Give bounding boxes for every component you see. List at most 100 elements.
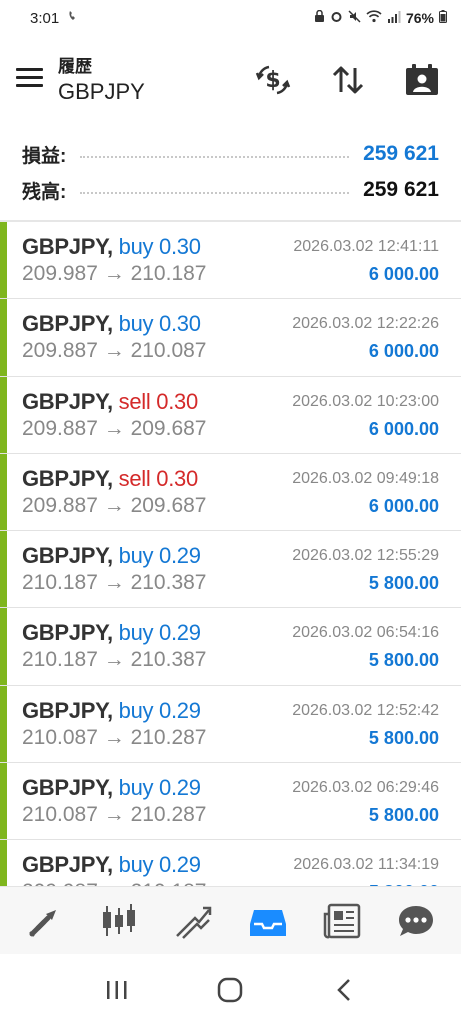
deal-row[interactable]: GBPJPY, buy 0.29 210.087 → 210.287 2026.03… (0, 763, 461, 841)
back-button[interactable] (320, 966, 368, 1014)
deal-side-volume: buy 0.29 (118, 697, 201, 723)
deal-symbol: GBPJPY, (22, 388, 113, 414)
deal-row[interactable]: GBPJPY, buy 0.30 209.887 → 210.087 2026.03… (0, 299, 461, 377)
nav-news[interactable] (315, 894, 369, 948)
deal-title: GBPJPY, sell 0.30 (22, 466, 198, 492)
profit-value: 259 621 (363, 142, 439, 165)
deal-title: GBPJPY, buy 0.30 (22, 234, 201, 260)
calendar-person-icon (406, 64, 438, 95)
sort-button[interactable] (328, 60, 368, 100)
calendar-button[interactable] (402, 60, 442, 100)
deal-profit: 6 000.00 (368, 264, 439, 284)
deal-profit: 5 800.00 (368, 573, 439, 594)
dotted-leader (80, 192, 350, 194)
deal-profit: 6 000.00 (368, 418, 439, 439)
deal-symbol: GBPJPY, (22, 852, 113, 878)
bottom-navigation (0, 886, 461, 954)
deal-indicator-bar (0, 531, 7, 608)
page-title: 履歴 (58, 57, 92, 76)
deal-row[interactable]: GBPJPY, buy 0.29 210.187 → 210.387 2026.03… (0, 608, 461, 686)
deal-row[interactable]: GBPJPY, sell 0.30 209.887 → 209.687 2026.0… (0, 453, 461, 532)
chat-icon (398, 905, 433, 936)
deal-prices: 209.887 → 209.687 (22, 493, 207, 517)
deal-time: 2026.03.02 11:34:19 (293, 856, 439, 874)
deal-indicator-bar (0, 685, 7, 763)
dotted-leader (80, 156, 350, 158)
nav-quotes[interactable] (18, 894, 72, 948)
deal-profit: 5 800.00 (368, 650, 439, 671)
back-icon (337, 979, 351, 1001)
menu-icon[interactable] (16, 68, 43, 88)
deal-symbol: GBPJPY, (22, 311, 113, 337)
nav-trade[interactable] (166, 894, 220, 948)
deal-symbol: GBPJPY, (22, 465, 113, 491)
deal-row[interactable]: GBPJPY, buy 0.29209.987 → 210.1872026.03… (0, 840, 461, 886)
currency-exchange-icon: $ (255, 65, 291, 95)
profit-label: 損益: (22, 145, 67, 167)
deal-title: GBPJPY, buy 0.29 (22, 852, 201, 878)
deal-indicator-bar (0, 222, 7, 299)
deal-symbol: GBPJPY, (22, 234, 113, 259)
wifi-icon (366, 10, 382, 26)
wifi-calling-icon (67, 9, 81, 27)
battery-icon (439, 10, 447, 26)
deal-profit: 5 800.00 (368, 727, 439, 748)
nav-chart[interactable] (92, 894, 146, 948)
alarm-icon (330, 10, 343, 26)
currency-toggle-button[interactable]: $ (253, 60, 293, 100)
deal-time: 2026.03.02 09:49:18 (292, 469, 439, 487)
deal-time: 2026.03.02 06:29:46 (292, 779, 439, 797)
nav-history[interactable] (241, 894, 295, 948)
deal-row[interactable]: GBPJPY, sell 0.30 209.887 → 209.687 2026.0… (0, 376, 461, 454)
deal-symbol: GBPJPY, (22, 543, 113, 569)
deal-side-volume: sell 0.30 (118, 388, 199, 414)
deal-indicator-bar (0, 608, 7, 685)
trade-icon (176, 906, 212, 939)
deal-row[interactable]: GBPJPY, buy 0.30 209.987 → 210.187 2026.03… (0, 222, 461, 300)
deal-symbol: GBPJPY, (22, 775, 113, 801)
deal-side-volume: buy 0.30 (118, 234, 201, 259)
deal-indicator-bar (0, 376, 7, 453)
deal-prices: 210.187 → 210.387 (22, 571, 207, 595)
deal-time: 2026.03.02 12:52:42 (292, 701, 439, 719)
deal-symbol: GBPJPY, (22, 697, 113, 723)
recent-apps-icon (106, 981, 127, 999)
deal-title: GBPJPY, buy 0.29 (22, 698, 201, 724)
svg-text:$: $ (265, 68, 280, 93)
deal-time: 2026.03.02 12:22:26 (292, 315, 439, 333)
news-icon (323, 903, 360, 938)
battery-level: 76% (405, 10, 434, 26)
balance-value: 259 621 (363, 178, 439, 201)
deal-time: 2026.03.02 10:23:00 (292, 392, 439, 410)
deal-profit: 6 000.00 (368, 341, 439, 362)
deal-side-volume: buy 0.29 (118, 852, 201, 878)
sort-icon (332, 66, 364, 94)
deal-prices: 210.087 → 210.287 (22, 803, 207, 827)
profit-row: 損益: 259 621 (0, 136, 461, 172)
deal-title: GBPJPY, buy 0.29 (22, 620, 201, 646)
deals-list[interactable]: GBPJPY, buy 0.30 209.987 → 210.187 2026.03… (0, 222, 461, 886)
chart-icon (103, 903, 136, 936)
nav-chat[interactable] (389, 894, 443, 948)
symbol-title[interactable]: GBPJPY (58, 79, 145, 105)
deal-time: 2026.03.02 12:55:29 (292, 547, 439, 565)
balance-row: 残高: 259 621 (0, 172, 461, 208)
recent-apps-button[interactable] (93, 966, 141, 1014)
deal-row[interactable]: GBPJPY, buy 0.29 210.187 → 210.387 2026.03… (0, 531, 461, 609)
deal-side-volume: sell 0.30 (118, 465, 199, 491)
home-button[interactable] (206, 966, 254, 1014)
deal-row[interactable]: GBPJPY, buy 0.29 210.087 → 210.287 2026.03… (0, 685, 461, 764)
home-icon (218, 977, 243, 1003)
deal-indicator-bar (0, 299, 7, 376)
quotes-icon (29, 909, 57, 937)
deal-time: 2026.03.02 12:41:11 (293, 238, 439, 255)
deal-prices: 210.087 → 210.287 (22, 725, 207, 749)
deal-side-volume: buy 0.29 (118, 620, 201, 646)
deal-prices: 210.187 → 210.387 (22, 648, 207, 672)
signal-icon (387, 10, 401, 26)
deal-side-volume: buy 0.29 (118, 775, 201, 801)
deal-indicator-bar (0, 453, 7, 531)
deal-symbol: GBPJPY, (22, 620, 113, 646)
status-bar: 3:01 76% (0, 0, 461, 36)
deal-time: 2026.03.02 06:54:16 (292, 624, 439, 642)
